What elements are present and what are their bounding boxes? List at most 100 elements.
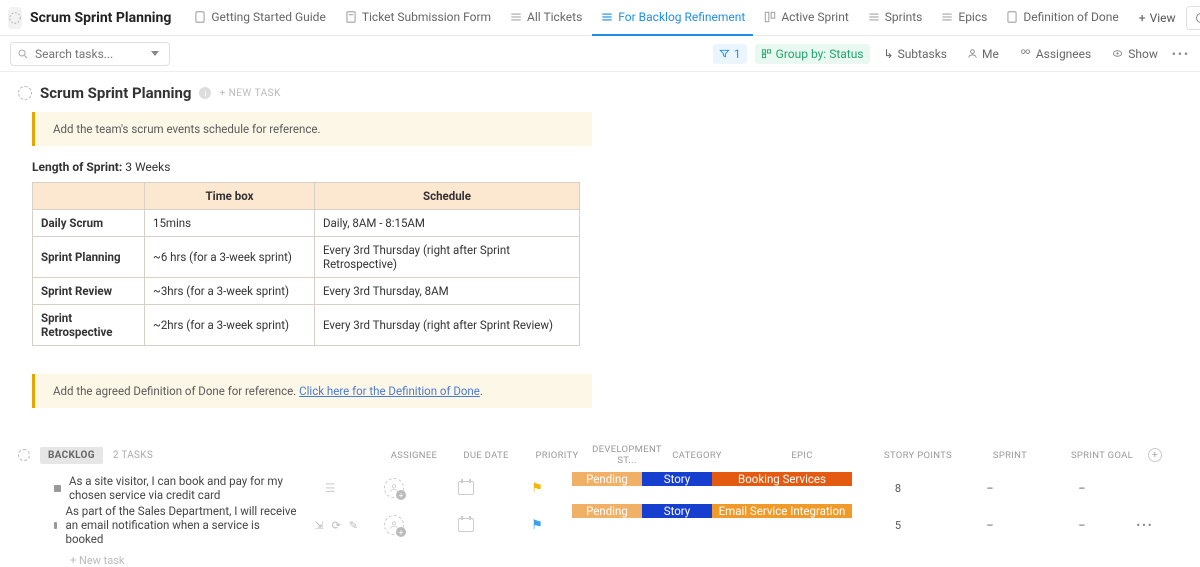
category-badge[interactable]: Story	[642, 472, 712, 486]
subtasks-pill[interactable]: ↳Subtasks	[878, 44, 953, 64]
status-square-icon[interactable]	[54, 522, 57, 529]
table-cell: Sprint Retrospective	[33, 305, 145, 346]
show-pill[interactable]: Show	[1105, 44, 1164, 64]
tab-ticket-form[interactable]: Ticket Submission Form	[336, 0, 499, 36]
search-input[interactable]	[35, 47, 145, 61]
new-task-row[interactable]: + New task	[18, 546, 1182, 567]
table-cell: Daily, 8AM - 8:15AM	[315, 210, 580, 237]
search-input-wrap[interactable]	[10, 42, 170, 66]
automate-button[interactable]: Automate	[1186, 6, 1200, 30]
col-assignee[interactable]: ASSIGNEE	[378, 450, 450, 461]
tab-label: Epics	[958, 10, 987, 24]
dev-status-badge[interactable]: Pending	[572, 472, 642, 486]
tab-label: All Tickets	[527, 10, 582, 24]
tab-active-sprint[interactable]: Active Sprint	[755, 0, 856, 36]
tab-label: Definition of Done	[1023, 10, 1118, 24]
table-cell: Daily Scrum	[33, 210, 145, 237]
task-title[interactable]: As a site visitor, I can book and pay fo…	[69, 474, 309, 502]
sprint-length: Length of Sprint: 3 Weeks	[32, 160, 1182, 174]
more-menu[interactable]: •••	[1172, 47, 1190, 61]
story-points[interactable]: 5	[852, 504, 944, 546]
table-cell: Every 3rd Thursday, 8AM	[315, 278, 580, 305]
backlog-chip[interactable]: BACKLOG	[40, 447, 103, 464]
link-icon[interactable]: ⟳	[332, 519, 341, 532]
epic-badge[interactable]: Email Service Integration	[712, 504, 852, 518]
epic-badge[interactable]: Booking Services	[712, 472, 852, 486]
story-points[interactable]: 8	[852, 472, 944, 504]
view-toolbar: 1 Group by: Status ↳Subtasks Me Assignee…	[0, 36, 1200, 72]
group-pill[interactable]: Group by: Status	[755, 44, 870, 64]
tab-all-tickets[interactable]: All Tickets	[501, 0, 590, 36]
filter-pill[interactable]: 1	[713, 44, 747, 64]
table-cell: Sprint Review	[33, 278, 145, 305]
search-icon	[17, 48, 29, 60]
th-blank	[33, 183, 145, 210]
table-cell: Sprint Planning	[33, 237, 145, 278]
dev-status-badge[interactable]: Pending	[572, 504, 642, 518]
add-column-button[interactable]: +	[1148, 448, 1162, 462]
goal-cell[interactable]: –	[1036, 504, 1128, 546]
assignee-placeholder[interactable]	[384, 478, 404, 498]
tab-label: Ticket Submission Form	[362, 10, 491, 24]
collapse-icon[interactable]	[18, 449, 30, 461]
table-row: Sprint Retrospective~2hrs (for a 3-week …	[33, 305, 580, 346]
col-dev[interactable]: DEVELOPMENT ST...	[592, 444, 662, 466]
calendar-icon[interactable]	[458, 518, 474, 532]
desc-icon: ☰	[325, 481, 335, 495]
priority-flag-icon[interactable]: ⚑	[531, 481, 543, 496]
list-icon	[940, 10, 954, 24]
pill-label: Subtasks	[898, 47, 947, 61]
backlog-row[interactable]: As part of the Sales Department, I will …	[18, 504, 1182, 546]
calendar-icon[interactable]	[458, 481, 474, 495]
assignees-pill[interactable]: Assignees	[1013, 44, 1097, 64]
tab-label: Sprints	[885, 10, 923, 24]
tab-sprints[interactable]: Sprints	[859, 0, 931, 36]
col-category[interactable]: CATEGORY	[662, 450, 732, 461]
category-badge[interactable]: Story	[642, 504, 712, 518]
col-epic[interactable]: EPIC	[732, 450, 872, 461]
new-task-link[interactable]: + NEW TASK	[219, 88, 280, 99]
col-due[interactable]: DUE DATE	[450, 450, 522, 461]
row-more-menu[interactable]: •••	[1136, 519, 1153, 532]
tab-epics[interactable]: Epics	[932, 0, 995, 36]
sprint-cell[interactable]: –	[944, 472, 1036, 504]
status-square-icon[interactable]	[54, 485, 61, 492]
btn-label: View	[1150, 11, 1176, 25]
tab-backlog-refinement[interactable]: For Backlog Refinement	[592, 0, 753, 36]
doc-icon	[193, 10, 207, 24]
sprint-cell[interactable]: –	[944, 504, 1036, 546]
people-icon	[1019, 48, 1032, 59]
chevron-down-icon[interactable]	[151, 51, 159, 56]
status-circle-icon	[18, 86, 32, 100]
priority-flag-icon[interactable]: ⚑	[531, 518, 543, 533]
backlog-section: BACKLOG 2 TASKS ASSIGNEE DUE DATE PRIORI…	[18, 444, 1182, 567]
add-view-button[interactable]: +View	[1131, 6, 1184, 30]
col-priority[interactable]: PRIORITY	[522, 450, 592, 461]
automate-icon	[1195, 12, 1200, 24]
th-timebox: Time box	[145, 183, 315, 210]
subtask-icon[interactable]: ⇲	[314, 519, 323, 532]
list-icon	[867, 10, 881, 24]
workspace-icon[interactable]	[8, 7, 22, 29]
table-cell: ~6 hrs (for a 3-week sprint)	[145, 237, 315, 278]
tab-getting-started[interactable]: Getting Started Guide	[185, 0, 333, 36]
callout-dod: Add the agreed Definition of Done for re…	[32, 374, 592, 408]
info-icon[interactable]: i	[199, 87, 211, 99]
goal-cell[interactable]: –	[1036, 472, 1128, 504]
tab-label: For Backlog Refinement	[618, 10, 745, 24]
table-cell: ~3hrs (for a 3-week sprint)	[145, 278, 315, 305]
col-sprint[interactable]: SPRINT	[964, 450, 1056, 461]
assignee-placeholder[interactable]	[384, 515, 404, 535]
dod-link[interactable]: Click here for the Definition of Done	[299, 384, 480, 398]
filter-count: 1	[734, 47, 741, 61]
tab-dod[interactable]: Definition of Done	[997, 0, 1126, 36]
edit-icon[interactable]: ✎	[349, 519, 358, 532]
content-area: Scrum Sprint Planning i + NEW TASK Add t…	[0, 72, 1200, 567]
backlog-row[interactable]: As a site visitor, I can book and pay fo…	[18, 472, 1182, 504]
task-title[interactable]: As part of the Sales Department, I will …	[65, 504, 298, 546]
col-goal[interactable]: SPRINT GOAL	[1056, 450, 1148, 461]
top-nav: Scrum Sprint Planning Getting Started Gu…	[0, 0, 1200, 36]
me-pill[interactable]: Me	[961, 44, 1005, 64]
person-icon	[967, 48, 978, 59]
col-storypoints[interactable]: STORY POINTS	[872, 450, 964, 461]
